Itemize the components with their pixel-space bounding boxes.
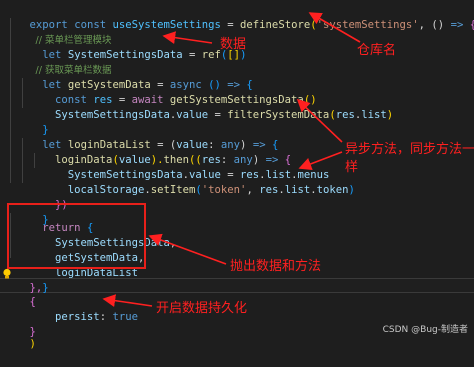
arrow-to-persist xyxy=(102,294,153,307)
annotation-async-method: 异步方法，同步方法一 样 xyxy=(345,142,474,175)
arrow-to-store-name xyxy=(308,12,361,43)
watermark: CSDN @Bug-制造者 xyxy=(382,325,468,335)
arrow-to-sync xyxy=(298,151,343,170)
annotation-expose: 抛出数据和方法 xyxy=(230,259,322,274)
arrow-to-data xyxy=(162,31,213,44)
arrow-to-async xyxy=(296,98,343,143)
annotation-data: 数据 xyxy=(220,37,247,52)
annotation-store-name: 仓库名 xyxy=(357,43,397,58)
arrow-to-return xyxy=(148,233,227,265)
annotation-persist: 开启数据持久化 xyxy=(156,301,248,316)
